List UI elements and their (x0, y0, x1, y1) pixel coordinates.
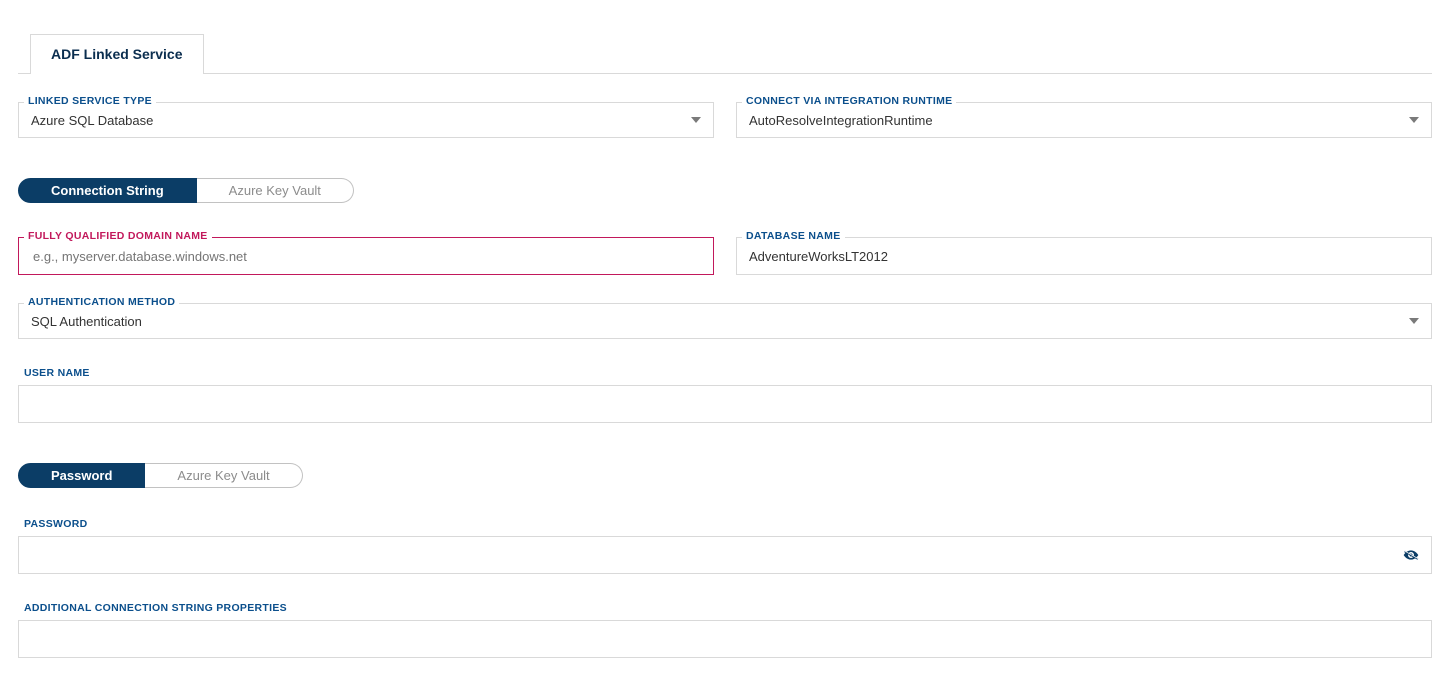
database-name-value: AdventureWorksLT2012 (749, 249, 1419, 264)
password-source-toggle-password[interactable]: Password (18, 463, 145, 488)
password-input[interactable] (18, 536, 1432, 574)
additional-props-text-input[interactable] (31, 631, 1419, 648)
password-text-input[interactable] (31, 547, 1419, 564)
additional-props-label: ADDITIONAL CONNECTION STRING PROPERTIES (20, 602, 1432, 614)
fqdn-input[interactable]: FULLY QUALIFIED DOMAIN NAME (18, 237, 714, 275)
database-name-label: DATABASE NAME (742, 230, 845, 242)
authentication-method-select[interactable]: AUTHENTICATION METHOD SQL Authentication (18, 303, 1432, 339)
integration-runtime-value: AutoResolveIntegrationRuntime (749, 113, 1409, 128)
linked-service-type-value: Azure SQL Database (31, 113, 691, 128)
visibility-off-icon[interactable] (1401, 547, 1421, 563)
tab-bar: ADF Linked Service (18, 0, 1432, 74)
password-label: PASSWORD (20, 518, 1432, 530)
chevron-down-icon (691, 117, 701, 123)
chevron-down-icon (1409, 117, 1419, 123)
source-toggle-connection-string[interactable]: Connection String (18, 178, 197, 203)
chevron-down-icon (1409, 318, 1419, 324)
password-source-toggle: Password Azure Key Vault (18, 463, 303, 488)
authentication-method-label: AUTHENTICATION METHOD (24, 296, 179, 308)
database-name-input[interactable]: DATABASE NAME AdventureWorksLT2012 (736, 237, 1432, 275)
password-source-toggle-azure-key-vault[interactable]: Azure Key Vault (145, 463, 302, 488)
integration-runtime-label: CONNECT VIA INTEGRATION RUNTIME (742, 95, 956, 107)
source-toggle-azure-key-vault[interactable]: Azure Key Vault (197, 178, 354, 203)
fqdn-text-input[interactable] (31, 248, 701, 265)
fqdn-label: FULLY QUALIFIED DOMAIN NAME (24, 230, 212, 242)
linked-service-type-label: LINKED SERVICE TYPE (24, 95, 156, 107)
additional-props-input[interactable] (18, 620, 1432, 658)
tab-adf-linked-service[interactable]: ADF Linked Service (30, 34, 204, 74)
user-name-input[interactable] (18, 385, 1432, 423)
source-toggle: Connection String Azure Key Vault (18, 178, 354, 203)
integration-runtime-select[interactable]: CONNECT VIA INTEGRATION RUNTIME AutoReso… (736, 102, 1432, 138)
authentication-method-value: SQL Authentication (31, 314, 1409, 329)
linked-service-type-select[interactable]: LINKED SERVICE TYPE Azure SQL Database (18, 102, 714, 138)
user-name-text-input[interactable] (31, 396, 1419, 413)
user-name-label: USER NAME (20, 367, 1432, 379)
